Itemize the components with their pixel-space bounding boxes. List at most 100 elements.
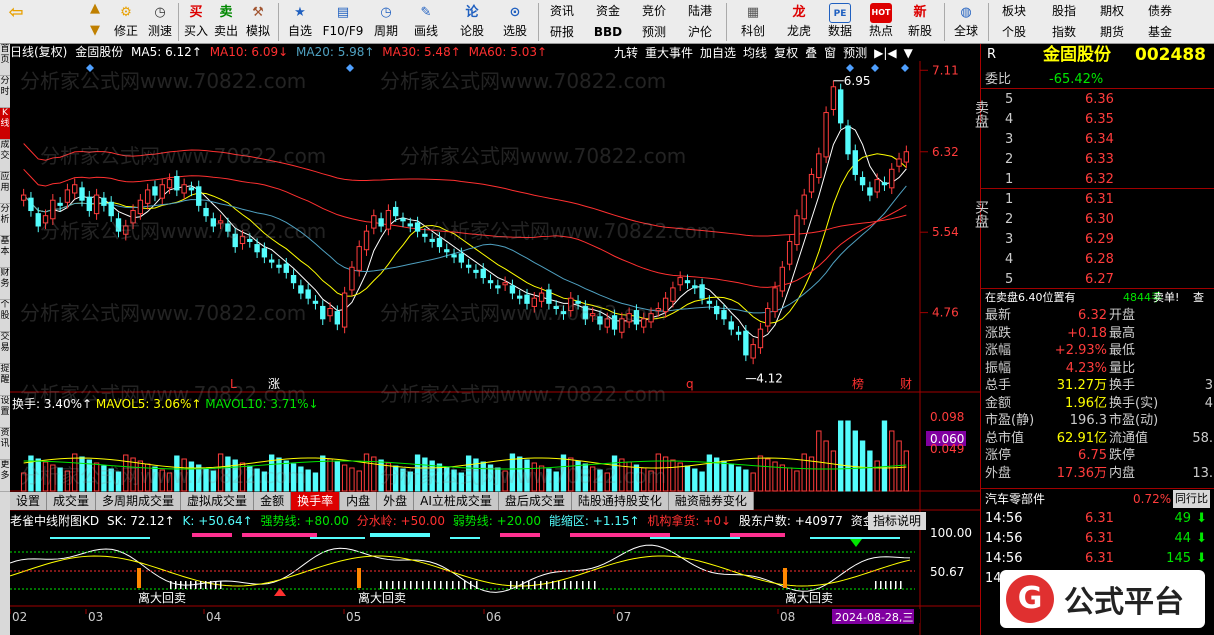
rail-tab-7[interactable]: 财务: [0, 268, 10, 300]
chart-btn-6[interactable]: 窗: [822, 44, 838, 62]
rail-tab-6[interactable]: 基本: [0, 236, 10, 268]
period-label[interactable]: 日线(复权): [10, 45, 67, 59]
rail-tab-11[interactable]: 设置: [0, 396, 10, 428]
data-button[interactable]: PE 数据: [822, 1, 858, 43]
ipo-button[interactable]: 新新股: [902, 1, 938, 43]
kd-tick-bar: [476, 581, 478, 589]
candle-body: [823, 112, 829, 158]
kd-axis-label: 100.00: [930, 526, 972, 540]
kd-sell-signal-label: 离大回卖: [785, 590, 833, 605]
buy-icon: 买: [189, 5, 203, 20]
candle-body: [713, 305, 720, 315]
quote-row: 涨幅 +2.93% 最低: [985, 343, 1136, 358]
candle-body: [670, 287, 676, 302]
rail-tab-10[interactable]: 提醒: [0, 364, 10, 396]
watchlist-button[interactable]: ★ 自选: [282, 1, 318, 43]
kline-chart[interactable]: 7.116.325.544.766.954.12L 涨 q 榜财0.0980.0490…: [10, 61, 980, 635]
tab-2[interactable]: 多周期成交量: [96, 492, 182, 510]
volume-bar: [115, 471, 122, 492]
futures-button[interactable]: 期货: [1090, 22, 1134, 42]
simulate-button[interactable]: ⚒ 模拟: [242, 1, 274, 43]
indices-button[interactable]: 指数: [1042, 22, 1086, 42]
kd-tick-bar: [434, 581, 436, 589]
research-button[interactable]: 研报: [540, 22, 584, 42]
fix-button[interactable]: ⚙ 修正: [108, 1, 144, 43]
rail-tab-2[interactable]: K线: [0, 108, 10, 140]
chart-btn-1[interactable]: 重大事件: [643, 44, 695, 62]
period-clock-icon: ◷: [380, 5, 392, 20]
chart-btn-7[interactable]: 预测: [841, 44, 869, 62]
draw-line-button[interactable]: ✎ 画线: [408, 1, 444, 43]
auction-button[interactable]: 竞价: [632, 1, 676, 21]
stocks-button[interactable]: 个股: [992, 22, 1036, 42]
volume-bar: [35, 458, 41, 492]
chart-btn-8[interactable]: ▶|◀: [872, 44, 899, 62]
tab-0[interactable]: 设置: [10, 492, 48, 510]
rail-tab-8[interactable]: 个股: [0, 300, 10, 332]
tick-row: 14:56 6.31 44 ⬇: [985, 531, 1207, 546]
tab-6[interactable]: 内盘: [340, 492, 378, 510]
funds-market-button[interactable]: 基金: [1138, 22, 1182, 42]
rail-tab-12[interactable]: 资讯: [0, 428, 10, 460]
forum-button[interactable]: 论论股: [454, 1, 490, 43]
volume-bar: [407, 471, 413, 492]
global-button[interactable]: ◍ 全球: [948, 1, 984, 43]
index-futures-button[interactable]: 股指: [1042, 1, 1086, 21]
tab-1[interactable]: 成交量: [47, 492, 97, 510]
kd-tick-bar: [552, 581, 554, 589]
speedtest-button[interactable]: ◷ 测速: [144, 1, 176, 43]
hot-icon: HOT: [870, 3, 892, 23]
stock-screener-button[interactable]: ⊙ 选股: [494, 1, 536, 43]
kd-energy-bar: [50, 537, 150, 539]
tab-7[interactable]: 外盘: [377, 492, 415, 510]
shanghai-london-button[interactable]: 沪伦: [678, 22, 722, 42]
hotspot-button[interactable]: HOT 热点: [862, 1, 900, 43]
tab-10[interactable]: 陆股通持股变化: [572, 492, 669, 510]
rail-tab-4[interactable]: 应用: [0, 172, 10, 204]
f10-button[interactable]: ▤ F10/F9: [320, 1, 366, 43]
tab-3[interactable]: 虚拟成交量: [181, 492, 255, 510]
funds-button[interactable]: 资金: [586, 1, 630, 21]
chart-btn-9[interactable]: ▼: [902, 44, 915, 62]
back-button[interactable]: ⇦: [2, 1, 30, 43]
kd-tick-bar: [175, 581, 177, 589]
buy-button[interactable]: 买买入: [182, 1, 210, 43]
tab-11[interactable]: 融资融券变化: [669, 492, 754, 510]
rail-tab-5[interactable]: 分析: [0, 204, 10, 236]
candle-body: [108, 201, 114, 217]
rail-tab-3[interactable]: 成交: [0, 140, 10, 172]
chart-btn-2[interactable]: 加自选: [698, 44, 738, 62]
chart-btn-5[interactable]: 叠: [803, 44, 819, 62]
sell-button[interactable]: 卖卖出: [212, 1, 240, 43]
rail-tab-13[interactable]: 更多: [0, 460, 10, 492]
chart-btn-0[interactable]: 九转: [612, 44, 640, 62]
volume-bar: [859, 440, 866, 492]
tab-5[interactable]: 换手率: [291, 492, 341, 510]
bbd-button[interactable]: BBD: [586, 22, 630, 42]
down-arrow-icon: ⬇: [1196, 551, 1207, 566]
forecast-button[interactable]: 预测: [632, 22, 676, 42]
chart-btn-3[interactable]: 均线: [741, 44, 769, 62]
indicator-explain-button[interactable]: 指标说明: [868, 512, 927, 530]
dragon-tiger-button[interactable]: 龙龙虎: [778, 1, 820, 43]
tab-9[interactable]: 盘后成交量: [499, 492, 572, 510]
rail-tab-9[interactable]: 交易: [0, 332, 10, 364]
tab-8[interactable]: AI立桩成交量: [414, 492, 499, 510]
period-button[interactable]: ◷ 周期: [368, 1, 404, 43]
news-button[interactable]: 资讯: [540, 1, 584, 21]
rail-tab-1[interactable]: 分时: [0, 76, 10, 108]
chart-btn-4[interactable]: 复权: [772, 44, 800, 62]
bonds-button[interactable]: 债券: [1138, 1, 1182, 21]
kd-tick-bar: [564, 581, 566, 589]
volume-bar: [845, 420, 851, 492]
rail-tab-0[interactable]: 首页: [0, 44, 10, 76]
kd-tick-bar: [170, 581, 172, 589]
volume-bar: [531, 462, 537, 492]
sector-button[interactable]: 板块: [992, 1, 1036, 21]
options-button[interactable]: 期权: [1090, 1, 1134, 21]
star-market-button[interactable]: ▦ 科创: [730, 1, 776, 43]
volume-bar: [779, 464, 786, 492]
quote-row: 涨停 6.75 跌停: [985, 448, 1136, 463]
hk-connect-button[interactable]: 陆港: [678, 1, 722, 21]
tab-4[interactable]: 金额: [254, 492, 292, 510]
